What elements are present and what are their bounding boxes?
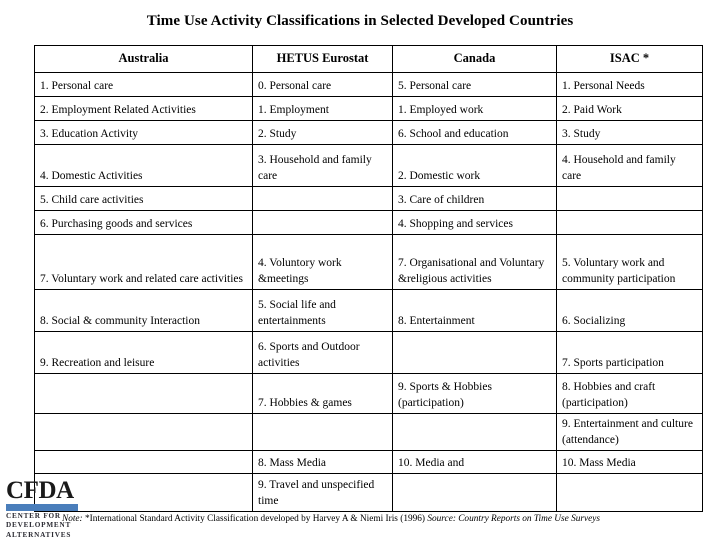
column-header-hetus-eurostat: HETUS Eurostat (252, 45, 393, 73)
table-row: 9. Entertainment and culture (attendance… (34, 413, 703, 451)
cell-canada (392, 473, 557, 512)
column-header-australia: Australia (34, 45, 253, 73)
cell-canada: 9. Sports & Hobbies (participation) (392, 373, 557, 414)
cell-australia: 3. Education Activity (34, 120, 253, 145)
cell-canada: 5. Personal care (392, 72, 557, 97)
cell-canada: 2. Domestic work (392, 144, 557, 187)
column-header-canada: Canada (392, 45, 557, 73)
cell-isac: 1. Personal Needs (556, 72, 703, 97)
slide-title: Time Use Activity Classifications in Sel… (146, 13, 574, 29)
cfda-logo: CFDA CENTER FOR DEVELOPMENT ALTERNATIVES (6, 478, 82, 539)
cell-isac: 4. Household and family care (556, 144, 703, 187)
cell-hetus: 9. Travel and unspecified time (252, 473, 393, 512)
cfda-wordmark: CFDA (6, 477, 74, 504)
cell-australia (34, 450, 253, 474)
cell-isac: 2. Paid Work (556, 96, 703, 121)
footnote: Note: *International Standard Activity C… (62, 514, 712, 525)
cell-hetus: 2. Study (252, 120, 393, 145)
table-row: 7. Voluntary work and related care activ… (34, 234, 703, 290)
cell-hetus (252, 210, 393, 235)
cell-canada: 4. Shopping and services (392, 210, 557, 235)
footnote-note-label: Note: (62, 514, 83, 524)
cell-canada: 8. Entertainment (392, 289, 557, 332)
classification-table-wrapper: Australia HETUS Eurostat Canada ISAC * 1… (34, 45, 703, 512)
table-row: 9. Recreation and leisure 6. Sports and … (34, 331, 703, 374)
cell-australia: 2. Employment Related Activities (34, 96, 253, 121)
cell-australia (34, 373, 253, 414)
table-row: 9. Travel and unspecified time (34, 473, 703, 512)
cell-hetus: 4. Voluntory work &meetings (252, 234, 393, 290)
footnote-source-text: Source: Country Reports on Time Use Surv… (427, 514, 600, 524)
cell-australia: 5. Child care activities (34, 186, 253, 211)
cell-isac (556, 473, 703, 512)
cell-australia (34, 413, 253, 451)
classification-table: Australia HETUS Eurostat Canada ISAC * 1… (34, 45, 703, 512)
cell-canada (392, 413, 557, 451)
cell-canada: 1. Employed work (392, 96, 557, 121)
table-row: 7. Hobbies & games 9. Sports & Hobbies (… (34, 373, 703, 414)
cell-canada: 3. Care of children (392, 186, 557, 211)
cell-hetus: 3. Household and family care (252, 144, 393, 187)
cell-isac: 5. Voluntary work and community particip… (556, 234, 703, 290)
cell-hetus: 0. Personal care (252, 72, 393, 97)
cell-isac: 3. Study (556, 120, 703, 145)
cell-australia: 4. Domestic Activities (34, 144, 253, 187)
column-header-isac: ISAC * (556, 45, 703, 73)
cfda-logo-bar (6, 504, 78, 511)
cell-australia: 8. Social & community Interaction (34, 289, 253, 332)
table-row: 8. Social & community Interaction 5. Soc… (34, 289, 703, 332)
cell-canada: 10. Media and (392, 450, 557, 474)
table-row: 2. Employment Related Activities 1. Empl… (34, 96, 703, 121)
table-row: 4. Domestic Activities 3. Household and … (34, 144, 703, 187)
cell-canada: 6. School and education (392, 120, 557, 145)
cell-hetus: 7. Hobbies & games (252, 373, 393, 414)
cell-isac: 10. Mass Media (556, 450, 703, 474)
cell-isac: 6. Socializing (556, 289, 703, 332)
cell-hetus: 8. Mass Media (252, 450, 393, 474)
table-row: 6. Purchasing goods and services 4. Shop… (34, 210, 703, 235)
cell-australia: 6. Purchasing goods and services (34, 210, 253, 235)
slide-canvas: Time Use Activity Classifications in Sel… (0, 0, 720, 540)
cell-australia: 7. Voluntary work and related care activ… (34, 234, 253, 290)
footnote-note-text: *International Standard Activity Classif… (82, 514, 428, 524)
cell-canada (392, 331, 557, 374)
table-row: 8. Mass Media 10. Media and 10. Mass Med… (34, 450, 703, 474)
cell-isac: 9. Entertainment and culture (attendance… (556, 413, 703, 451)
table-row: 1. Personal care 0. Personal care 5. Per… (34, 72, 703, 97)
cell-australia: 9. Recreation and leisure (34, 331, 253, 374)
cell-hetus (252, 186, 393, 211)
cell-isac (556, 186, 703, 211)
cell-hetus: 1. Employment (252, 96, 393, 121)
cell-isac (556, 210, 703, 235)
cell-hetus (252, 413, 393, 451)
table-row: 5. Child care activities 3. Care of chil… (34, 186, 703, 211)
cell-isac: 7. Sports participation (556, 331, 703, 374)
cell-canada: 7. Organisational and Voluntary &religio… (392, 234, 557, 290)
cell-isac: 8. Hobbies and craft (participation) (556, 373, 703, 414)
cell-hetus: 6. Sports and Outdoor activities (252, 331, 393, 374)
cfda-tagline-line3: ALTERNATIVES (6, 530, 72, 539)
table-header-row: Australia HETUS Eurostat Canada ISAC * (34, 45, 703, 73)
table-row: 3. Education Activity 2. Study 6. School… (34, 120, 703, 145)
cell-hetus: 5. Social life and entertainments (252, 289, 393, 332)
cell-australia: 1. Personal care (34, 72, 253, 97)
